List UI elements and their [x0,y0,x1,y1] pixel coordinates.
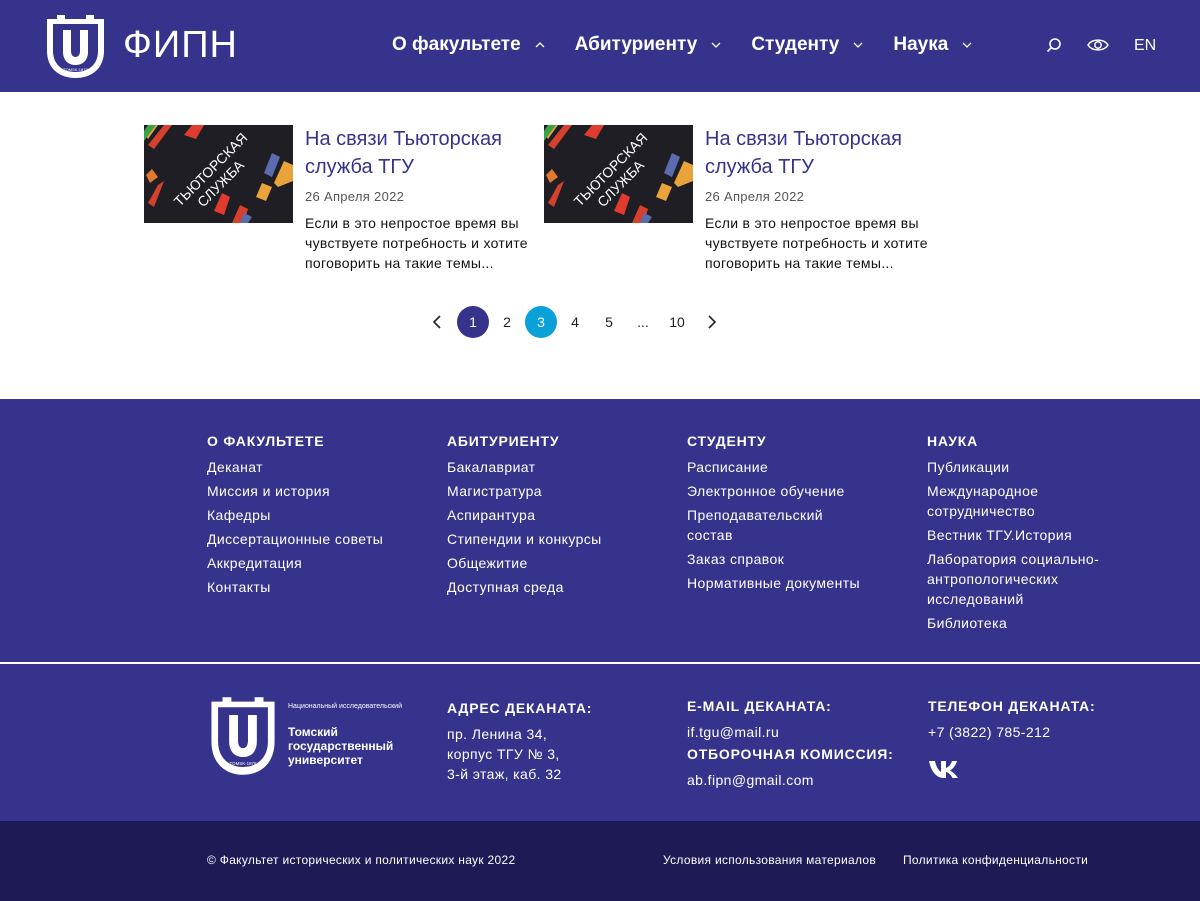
search-icon[interactable] [1045,36,1063,54]
footer-link[interactable]: Заказ справок [687,549,877,569]
nav-item-label: Наука [893,34,949,55]
footer-link[interactable]: Расписание [687,457,877,477]
footer-link[interactable]: Международное сотрудничество [927,481,1067,521]
footer-bottom-bar: © Факультет исторических и политических … [0,821,1200,901]
footer-link[interactable]: Нормативные документы [687,573,877,593]
nav-item-label: Абитуриенту [574,34,698,55]
news-image[interactable]: ТЬЮТОРСКАЯ СЛУЖБА [144,125,293,223]
footer-link[interactable]: Деканат [207,457,407,477]
phone-link[interactable]: +7 (3822) 785-212 [928,722,1128,742]
tsu-subtitle: Национальный исследовательский [288,703,402,710]
footer-link[interactable]: Магистратура [447,481,647,501]
email-link[interactable]: if.tgu@mail.ru [687,722,907,742]
news-title-link[interactable]: На связи Тьюторская служба ТГУ [705,125,940,181]
address-title: АДРЕС ДЕКАНАТА: [447,700,593,716]
vk-icon[interactable] [928,759,961,779]
address-line: корпус ТГУ № 3, [447,746,560,762]
chevron-right-icon[interactable] [707,315,717,329]
visually-impaired-icon[interactable] [1087,37,1109,53]
footer-column-students: СТУДЕНТУ Расписание Электронное обучение… [687,433,877,597]
language-switch[interactable]: EN [1134,37,1156,55]
site-header: TOMSK·1878 ФИПН О факультете Абитуриенту… [0,0,1200,92]
footer-link[interactable]: Вестник ТГУ.История [927,525,1112,545]
svg-text:TOMSK·1878: TOMSK·1878 [230,761,257,766]
admission-email-link[interactable]: ab.fipn@gmail.com [687,770,907,790]
tsu-logo[interactable]: TOMSK·1878 Национальный исследовательски… [207,695,402,782]
tutor-service-banner-icon: ТЬЮТОРСКАЯ СЛУЖБА [544,125,693,223]
nav-item-about[interactable]: О факультете [392,34,545,56]
main-nav: О факультете Абитуриенту Студенту Наука [392,34,1002,56]
chevron-down-icon [962,42,972,48]
footer-link[interactable]: Диссертационные советы [207,529,407,549]
faculty-logo-text[interactable]: ФИПН [123,24,238,67]
site-footer: О ФАКУЛЬТЕТЕ Деканат Миссия и история Ка… [0,399,1200,821]
footer-link[interactable]: Общежитие [447,553,647,573]
news-date: 26 Апреля 2022 [705,189,805,204]
dean-email: E-MAIL ДЕКАНАТА: if.tgu@mail.ru [687,698,907,742]
footer-link[interactable]: Аспирантура [447,505,647,525]
page-button[interactable]: 2 [491,306,523,338]
address-line: 3-й этаж, каб. 32 [447,766,562,782]
footer-link[interactable]: Стипендии и конкурсы [447,529,647,549]
page-button[interactable]: 3 [525,306,557,338]
nav-item-applicants[interactable]: Абитуриенту [575,34,722,56]
dean-address: АДРЕС ДЕКАНАТА: пр. Ленина 34, корпус ТГ… [447,700,647,784]
footer-link[interactable]: Электронное обучение [687,481,877,501]
tsu-name: Томский государственный университет [288,725,394,767]
phone-title: ТЕЛЕФОН ДЕКАНАТА: [928,698,1096,714]
nav-item-label: О факультете [392,34,521,55]
news-card: ТЬЮТОРСКАЯ СЛУЖБА На связи Тьюторская сл… [544,125,944,285]
footer-column-title: О ФАКУЛЬТЕТЕ [207,433,325,449]
chevron-left-icon[interactable] [432,315,442,329]
footer-column-title: СТУДЕНТУ [687,433,767,449]
footer-link[interactable]: Аккредитация [207,553,407,573]
nav-item-label: Студенту [751,34,840,55]
tutor-service-banner-icon: ТЬЮТОРСКАЯ СЛУЖБА [144,125,293,223]
footer-link[interactable]: Доступная среда [447,577,647,597]
footer-divider [0,662,1200,664]
admission-title: ОТБОРОЧНАЯ КОМИССИЯ: [687,746,894,762]
tsu-shield-logo-icon[interactable]: TOMSK·1878 [43,13,108,80]
page-button[interactable]: 1 [457,306,489,338]
news-image[interactable]: ТЬЮТОРСКАЯ СЛУЖБА [544,125,693,223]
chevron-down-icon [853,42,863,48]
footer-link[interactable]: Контакты [207,577,407,597]
copyright: © Факультет исторических и политических … [207,853,516,867]
page-button[interactable]: 4 [559,306,591,338]
footer-column-title: НАУКА [927,433,979,449]
nav-item-science[interactable]: Наука [893,34,972,56]
privacy-link[interactable]: Политика конфиденциальности [903,853,1088,867]
admission-email: ОТБОРОЧНАЯ КОМИССИЯ: ab.fipn@gmail.com [687,746,907,790]
footer-link[interactable]: Бакалавриат [447,457,647,477]
footer-link[interactable]: Преподавательский состав [687,505,847,545]
news-excerpt: Если в это непростое время вы чувствуете… [305,215,528,271]
footer-link[interactable]: Публикации [927,457,1112,477]
footer-link[interactable]: Кафедры [207,505,407,525]
chevron-down-icon [711,42,721,48]
dean-phone: ТЕЛЕФОН ДЕКАНАТА: +7 (3822) 785-212 [928,698,1128,742]
footer-column-science: НАУКА Публикации Международное сотруднич… [927,433,1112,637]
footer-column-applicants: АБИТУРИЕНТУ Бакалавриат Магистратура Асп… [447,433,647,601]
page-button[interactable]: 5 [593,306,625,338]
footer-column-title: АБИТУРИЕНТУ [447,433,560,449]
tsu-shield-icon: TOMSK·1878 [211,697,275,775]
chevron-up-icon [535,42,545,48]
news-title-link[interactable]: На связи Тьюторская служба ТГУ [305,125,540,181]
footer-link[interactable]: Библиотека [927,613,1112,633]
page-ellipsis: ... [637,314,649,330]
footer-column-about: О ФАКУЛЬТЕТЕ Деканат Миссия и история Ка… [207,433,407,601]
footer-link[interactable]: Миссия и история [207,481,407,501]
nav-item-students[interactable]: Студенту [751,34,863,56]
news-card: ТЬЮТОРСКАЯ СЛУЖБА На связи Тьюторская сл… [144,125,544,285]
news-excerpt: Если в это непростое время вы чувствуете… [705,215,928,271]
email-title: E-MAIL ДЕКАНАТА: [687,698,832,714]
svg-text:TOMSK·1878: TOMSK·1878 [63,67,88,72]
footer-link[interactable]: Лаборатория социально-антропологических … [927,549,1107,609]
page-button[interactable]: 10 [661,306,693,338]
terms-link[interactable]: Условия использования материалов [663,853,876,867]
address-line: пр. Ленина 34, [447,726,548,742]
news-date: 26 Апреля 2022 [305,189,405,204]
